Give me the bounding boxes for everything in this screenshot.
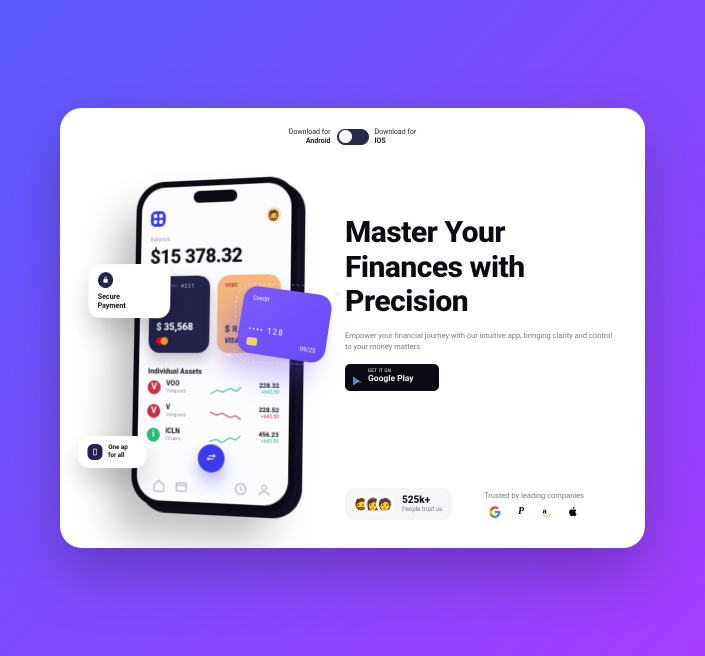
wallet-card-visa: HSBC $ 8,... VISA bbox=[217, 274, 281, 353]
app-menu-icon bbox=[151, 211, 166, 227]
clock-icon bbox=[234, 482, 248, 497]
paypal-icon: P bbox=[515, 506, 527, 518]
platform-toggle[interactable] bbox=[337, 129, 369, 145]
float-secure-payment: Secure Payment bbox=[88, 264, 171, 319]
sparkle-icon bbox=[331, 286, 345, 300]
balance-value: $15 378.32 bbox=[150, 242, 281, 269]
user-icon bbox=[257, 483, 271, 498]
headline: Master Your Finances with Precision bbox=[345, 216, 615, 320]
phone-frame: 🧔 Balance $15 378.32 •••• •••• 4221 $ 35… bbox=[131, 175, 298, 513]
float-credit-card: Credit •••• 128 09/25 bbox=[235, 285, 333, 365]
balance-label: Balance bbox=[151, 233, 282, 244]
float-one-app: One ap for all bbox=[78, 436, 147, 468]
apple-icon bbox=[567, 506, 579, 518]
mastercard-icon bbox=[156, 337, 168, 345]
trust-avatars: 🧔 👩 🧑 bbox=[352, 495, 394, 513]
phone-notch bbox=[194, 189, 238, 203]
toggle-label-ios: Download for IOS bbox=[375, 128, 417, 146]
asset-row: V VOO Vanguard 228.32 +643.59 bbox=[148, 375, 280, 401]
amazon-icon: a bbox=[541, 506, 553, 518]
device-visual: 🧔 Balance $15 378.32 •••• •••• 4221 $ 35… bbox=[80, 168, 360, 538]
visa-icon: VISA bbox=[224, 337, 272, 345]
platform-toggle-row: Download for Android Download for IOS bbox=[60, 128, 645, 146]
wallet-icon bbox=[175, 479, 188, 494]
asset-row: V V Vanguard 228.52 +643.59 bbox=[147, 399, 279, 426]
google-icon bbox=[489, 506, 501, 518]
chip-icon bbox=[246, 337, 258, 346]
hero-card: Download for Android Download for IOS 🧔 bbox=[60, 108, 645, 548]
phone-icon bbox=[87, 444, 102, 460]
google-play-button[interactable]: GET IT ON Google Play bbox=[345, 364, 439, 391]
toggle-knob bbox=[339, 130, 352, 143]
avatar: 🧔 bbox=[266, 206, 282, 223]
trusted-by: Trusted by leading companies P a bbox=[484, 491, 584, 518]
swap-fab-icon bbox=[198, 444, 225, 473]
sparkle-icon bbox=[223, 347, 236, 360]
wallet-card-mastercard: •••• •••• 4221 $ 35,568 bbox=[148, 275, 210, 353]
subheadline: Empower your financial journey with our … bbox=[345, 330, 615, 353]
hero-text: Master Your Finances with Precision Empo… bbox=[345, 136, 615, 520]
svg-text:a: a bbox=[543, 506, 548, 515]
asset-row: i ICLN iShares 456.23 +643.59 bbox=[147, 423, 279, 451]
home-icon bbox=[152, 478, 165, 493]
tabbar bbox=[137, 478, 288, 499]
toggle-label-android: Download for Android bbox=[289, 128, 331, 146]
lock-icon bbox=[98, 272, 113, 288]
trust-pill: 🧔 👩 🧑 525k+ People trust us bbox=[345, 488, 452, 520]
google-play-icon bbox=[351, 372, 363, 384]
assets-title: Individual Assets bbox=[148, 367, 280, 377]
